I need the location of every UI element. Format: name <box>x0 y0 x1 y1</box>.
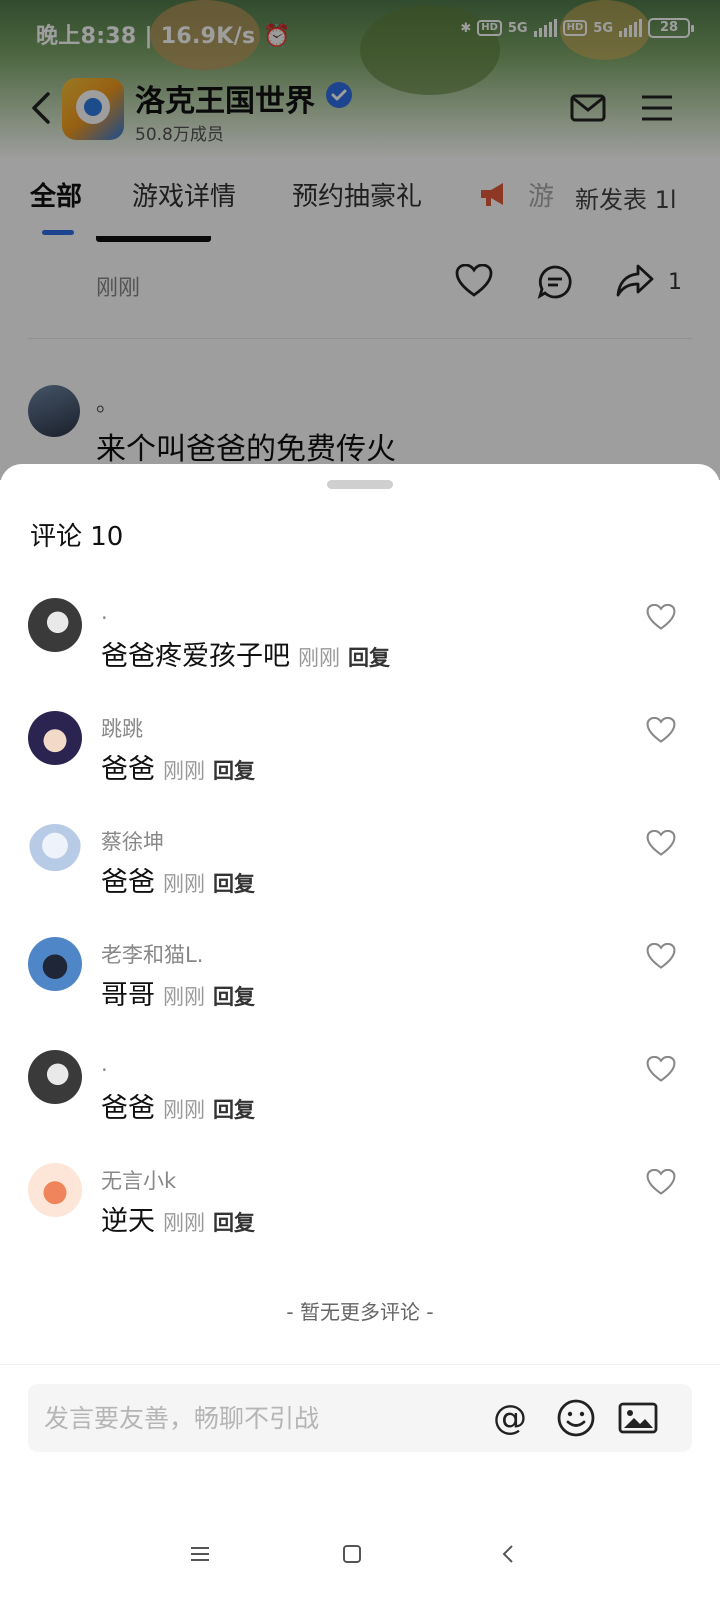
avatar[interactable] <box>28 824 82 878</box>
heart-icon[interactable] <box>646 1169 676 1196</box>
comment-item: . 爸爸疼爱孩子吧 刚刚 回复 <box>0 598 720 711</box>
dim-overlay[interactable] <box>0 0 720 480</box>
avatar[interactable] <box>28 598 82 652</box>
comment-text: 爸爸 <box>101 754 155 785</box>
reply-button[interactable]: 回复 <box>213 1211 255 1235</box>
comment-time: 刚刚 <box>163 1211 205 1235</box>
comment-time: 刚刚 <box>163 872 205 896</box>
comment-body: 爸爸 刚刚 回复 <box>101 747 255 786</box>
heart-icon[interactable] <box>646 830 676 857</box>
heart-icon[interactable] <box>646 717 676 744</box>
comment-text: 哥哥 <box>101 980 155 1011</box>
comment-author[interactable]: 跳跳 <box>101 713 143 743</box>
nav-back-icon[interactable] <box>498 1544 518 1564</box>
comment-text: 爸爸 <box>101 1093 155 1124</box>
emoji-icon[interactable] <box>554 1396 598 1440</box>
svg-text:@: @ <box>493 1398 527 1438</box>
reply-button[interactable]: 回复 <box>213 872 255 896</box>
heart-icon[interactable] <box>646 943 676 970</box>
system-nav-bar <box>0 1530 720 1590</box>
comment-author[interactable]: 蔡徐坤 <box>101 826 164 856</box>
comment-time: 刚刚 <box>298 646 340 670</box>
comment-body: 爸爸 刚刚 回复 <box>101 860 255 899</box>
comment-body: 逆天 刚刚 回复 <box>101 1199 255 1238</box>
comment-input[interactable] <box>44 1396 474 1440</box>
comment-body: 爸爸疼爱孩子吧 刚刚 回复 <box>101 634 390 673</box>
avatar[interactable] <box>28 711 82 765</box>
heart-icon[interactable] <box>646 1056 676 1083</box>
comment-input-bar: @ <box>28 1384 692 1452</box>
avatar[interactable] <box>28 1050 82 1104</box>
comment-author[interactable]: 老李和猫L. <box>101 939 203 969</box>
comment-text: 爸爸 <box>101 867 155 898</box>
comment-time: 刚刚 <box>163 985 205 1009</box>
comment-author[interactable]: 无言小k <box>101 1165 176 1195</box>
reply-button[interactable]: 回复 <box>213 985 255 1009</box>
heart-icon[interactable] <box>646 604 676 631</box>
comment-time: 刚刚 <box>163 1098 205 1122</box>
avatar[interactable] <box>28 937 82 991</box>
recent-apps-icon[interactable] <box>190 1544 210 1564</box>
comment-body: 哥哥 刚刚 回复 <box>101 973 255 1012</box>
mention-icon[interactable]: @ <box>488 1396 532 1440</box>
drag-handle[interactable] <box>327 480 393 489</box>
comment-count-title: 评论 10 <box>30 522 124 552</box>
comment-item: 老李和猫L. 哥哥 刚刚 回复 <box>0 937 720 1050</box>
comment-item: 蔡徐坤 爸爸 刚刚 回复 <box>0 824 720 937</box>
comment-item: . 爸爸 刚刚 回复 <box>0 1050 720 1163</box>
image-icon[interactable] <box>616 1396 660 1440</box>
reply-button[interactable]: 回复 <box>348 646 390 670</box>
comment-item: 无言小k 逆天 刚刚 回复 <box>0 1163 720 1276</box>
no-more-comments: - 暂无更多评论 - <box>286 1300 434 1324</box>
divider <box>0 1364 720 1365</box>
comment-author[interactable]: . <box>101 1052 108 1076</box>
reply-button[interactable]: 回复 <box>213 1098 255 1122</box>
comment-sheet: 评论 10 . 爸爸疼爱孩子吧 刚刚 回复 跳跳 爸爸 刚刚 回复 蔡徐坤 爸爸 刚刚 回复 <box>0 464 720 1600</box>
comment-text: 逆天 <box>101 1206 155 1237</box>
comment-item: 跳跳 爸爸 刚刚 回复 <box>0 711 720 824</box>
comment-author[interactable]: . <box>101 600 108 624</box>
comment-body: 爸爸 刚刚 回复 <box>101 1086 255 1125</box>
reply-button[interactable]: 回复 <box>213 759 255 783</box>
comment-time: 刚刚 <box>163 759 205 783</box>
home-icon[interactable] <box>342 1544 362 1564</box>
comment-text: 爸爸疼爱孩子吧 <box>101 641 290 672</box>
avatar[interactable] <box>28 1163 82 1217</box>
